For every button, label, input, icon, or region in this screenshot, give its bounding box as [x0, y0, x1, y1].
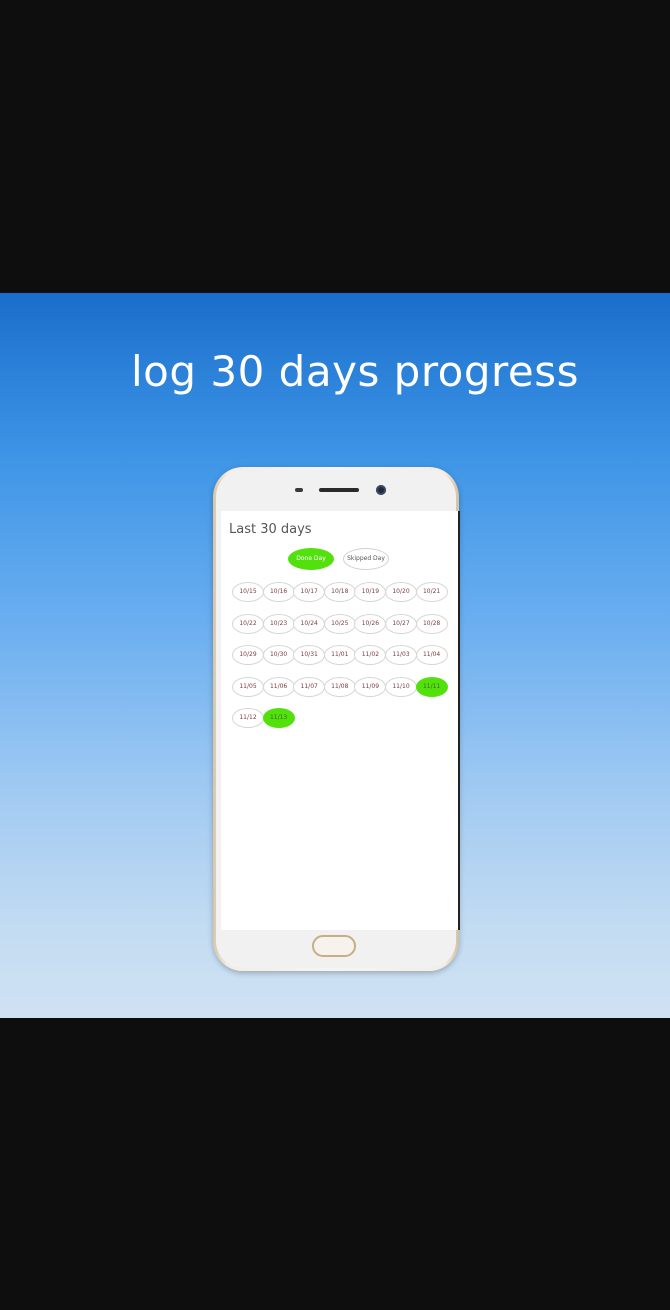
day-cell-11-07[interactable]: 11/07: [293, 676, 326, 697]
day-cell-10-28[interactable]: 10/28: [415, 613, 448, 634]
page-title: Last 30 days: [229, 522, 312, 537]
day-cell-10-18[interactable]: 10/18: [323, 582, 356, 602]
day-cell-10-31[interactable]: 10/31: [293, 645, 326, 666]
phone-body: Last 30 days Done Day Skipped Day 10/15 1…: [216, 470, 460, 968]
day-cell-10-19[interactable]: 10/19: [354, 582, 387, 602]
front-camera-icon: [376, 485, 386, 495]
day-cell-11-12[interactable]: 11/12: [232, 708, 264, 729]
promo-banner: log 30 days progress Last 30 days Done D…: [0, 293, 670, 1018]
legend: Done Day Skipped Day: [221, 548, 458, 572]
day-cell-11-10[interactable]: 11/10: [385, 676, 417, 697]
day-cell-10-20[interactable]: 10/20: [385, 582, 417, 602]
legend-skipped-day: Skipped Day: [343, 548, 389, 570]
promo-headline: log 30 days progress: [131, 347, 579, 396]
earpiece-speaker: [319, 488, 359, 492]
day-cell-11-08[interactable]: 11/08: [323, 676, 356, 697]
home-button[interactable]: [312, 935, 356, 957]
app-screen: Last 30 days Done Day Skipped Day 10/15 1…: [221, 511, 460, 930]
day-cell-10-30[interactable]: 10/30: [262, 645, 295, 666]
phone-mockup: Last 30 days Done Day Skipped Day 10/15 1…: [213, 467, 460, 971]
day-cell-11-02[interactable]: 11/02: [354, 645, 387, 666]
day-cell-11-04[interactable]: 11/04: [415, 645, 448, 666]
day-cell-10-15[interactable]: 10/15: [232, 582, 264, 602]
day-cell-11-09[interactable]: 11/09: [354, 676, 387, 697]
letterbox-top: [0, 0, 670, 293]
proximity-sensor: [295, 488, 303, 492]
day-cell-10-29[interactable]: 10/29: [232, 645, 264, 666]
day-cell-11-05[interactable]: 11/05: [232, 676, 264, 697]
day-cell-10-17[interactable]: 10/17: [293, 582, 326, 602]
day-cell-10-21[interactable]: 10/21: [415, 582, 448, 602]
day-cell-11-03[interactable]: 11/03: [385, 645, 417, 666]
day-cell-10-27[interactable]: 10/27: [385, 613, 417, 634]
day-cell-10-25[interactable]: 10/25: [323, 613, 356, 634]
letterbox-bottom: [0, 1018, 670, 1310]
day-cell-11-06[interactable]: 11/06: [262, 676, 295, 697]
day-cell-11-11[interactable]: 11/11: [415, 676, 448, 697]
day-cell-10-23[interactable]: 10/23: [262, 613, 295, 634]
day-cell-10-26[interactable]: 10/26: [354, 613, 387, 634]
day-cell-11-01[interactable]: 11/01: [323, 645, 356, 666]
day-cell-10-24[interactable]: 10/24: [293, 613, 326, 634]
day-cell-11-13[interactable]: 11/13: [262, 708, 295, 729]
day-cell-10-22[interactable]: 10/22: [232, 613, 264, 634]
day-cell-10-16[interactable]: 10/16: [262, 582, 295, 602]
legend-done-day: Done Day: [288, 548, 334, 570]
